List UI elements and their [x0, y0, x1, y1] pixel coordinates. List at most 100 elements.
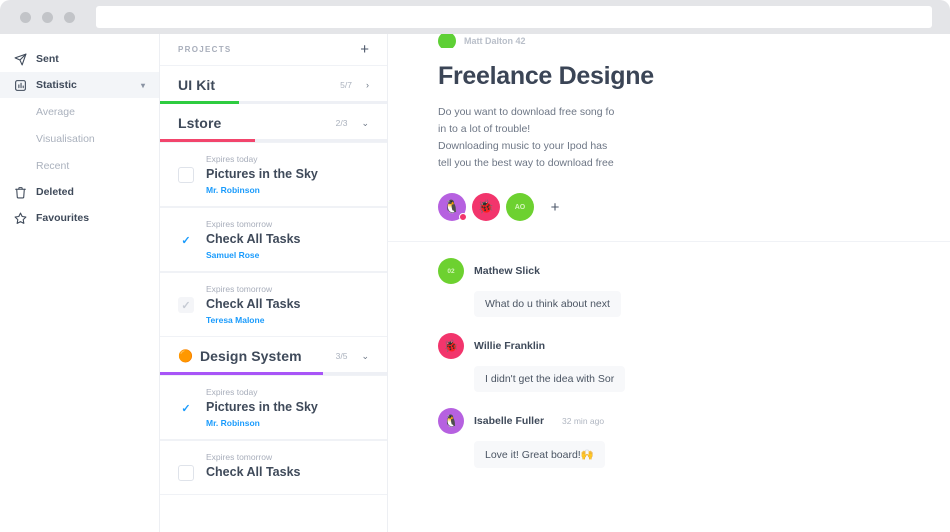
task-due: Expires tomorrow [206, 452, 273, 462]
sidebar-item-statistic[interactable]: Statistic ▾ [0, 72, 159, 98]
sidebar-item-deleted[interactable]: Deleted [0, 179, 159, 205]
sidebar-subitem-label: Average [36, 105, 75, 118]
project-count: 2/3 [335, 118, 348, 128]
task-due: Expires today [206, 154, 258, 164]
app-window: Sent Statistic ▾ Average Visualisation R… [0, 0, 950, 532]
task-assignee[interactable]: Mr. Robinson [206, 185, 318, 195]
avatar[interactable]: 🐞 [472, 193, 500, 221]
task-row[interactable]: ✓ Expires tomorrow Check All Tasks Samue… [160, 207, 387, 272]
task-row[interactable]: Expires today Pictures in the Sky Mr. Ro… [160, 142, 387, 207]
task-checkbox[interactable]: ✓ [178, 297, 194, 313]
task-title: Pictures in the Sky [206, 167, 318, 181]
message-header: 🐧 Isabelle Fuller 32 min ago [438, 408, 950, 434]
project-progress-bar [160, 372, 387, 375]
sidebar-subitem-label: Visualisation [36, 132, 95, 145]
avatar [438, 34, 456, 48]
task-row[interactable]: ✓ Expires tomorrow Check All Tasks Teres… [160, 272, 387, 337]
close-icon[interactable] [20, 11, 31, 23]
window-controls [20, 11, 75, 23]
maximize-icon[interactable] [64, 11, 75, 23]
penguin-icon: 🐧 [443, 199, 461, 214]
ladybug-icon: 🐞 [443, 339, 459, 353]
add-member-button[interactable]: + [543, 195, 567, 219]
sidebar-item-favourites[interactable]: Favourites [0, 205, 159, 231]
sidebar-subitem-visualisation[interactable]: Visualisation [0, 125, 159, 152]
browser-chrome [0, 0, 950, 34]
app-body: Sent Statistic ▾ Average Visualisation R… [0, 34, 950, 532]
cut-off-author-name: Matt Dalton 42 [464, 36, 526, 46]
project-progress-bar [160, 101, 387, 104]
avatar[interactable]: 🐞 [438, 333, 464, 359]
task-title: Check All Tasks [206, 232, 301, 246]
task-checkbox[interactable] [178, 167, 194, 183]
task-row[interactable]: ✓ Expires today Pictures in the Sky Mr. … [160, 375, 387, 440]
sidebar-item-sent[interactable]: Sent [0, 46, 159, 72]
sidebar-subitem-recent[interactable]: Recent [0, 152, 159, 179]
project-count: 3/5 [335, 351, 348, 361]
message-text: Love it! Great board!🙌 [474, 441, 605, 468]
projects-column: PROJECTS + UI Kit 5/7 › Lstore 2/3 ⌄ Exp… [160, 34, 388, 532]
message-time: 32 min ago [562, 416, 605, 426]
left-sidebar: Sent Statistic ▾ Average Visualisation R… [0, 34, 160, 532]
sidebar-item-label: Favourites [36, 212, 90, 224]
project-row-design-system[interactable]: 🟠 Design System 3/5 ⌄ [160, 337, 387, 372]
send-icon [14, 53, 27, 66]
chevron-right-icon[interactable]: › [366, 80, 369, 90]
task-checkbox[interactable]: ✓ [178, 232, 194, 248]
avatar[interactable]: 🐧 [438, 408, 464, 434]
message-text: I didn't get the idea with Sor [474, 366, 626, 392]
avatar[interactable]: 🐧 [438, 193, 467, 221]
project-row-ui-kit[interactable]: UI Kit 5/7 › [160, 66, 387, 101]
project-name: Lstore [178, 115, 222, 131]
project-progress-bar [160, 139, 387, 142]
chevron-down-icon[interactable]: ▾ [141, 81, 145, 90]
ladybug-icon: 🐞 [477, 199, 495, 214]
article-line: Do you want to download free song fo [438, 106, 615, 118]
cut-off-author-row: Matt Dalton 42 [388, 34, 950, 48]
article-line: Downloading music to your Ipod has [438, 140, 608, 152]
task-title: Check All Tasks [206, 297, 301, 311]
minimize-icon[interactable] [42, 11, 53, 23]
member-avatars: 🐧 🐞 AO + [438, 193, 950, 221]
message-header: 🐞 Willie Franklin [438, 333, 950, 359]
chevron-down-icon[interactable]: ⌄ [361, 118, 369, 129]
page-title: Freelance Designe [438, 62, 654, 90]
sidebar-item-label: Statistic [36, 79, 77, 91]
project-row-lstore[interactable]: Lstore 2/3 ⌄ [160, 104, 387, 139]
message-author: Mathew Slick [474, 265, 540, 277]
task-assignee[interactable]: Mr. Robinson [206, 418, 318, 428]
chart-icon [14, 79, 27, 92]
message-item: 02 Mathew Slick What do u think about ne… [388, 242, 950, 317]
article-line: tell you the best way to download free [438, 157, 614, 169]
sidebar-item-label: Deleted [36, 186, 74, 198]
main-content: Matt Dalton 42 Freelance Designe Do you … [388, 34, 950, 532]
task-assignee[interactable]: Samuel Rose [206, 250, 301, 260]
task-due: Expires today [206, 387, 258, 397]
address-bar[interactable] [96, 6, 932, 28]
chevron-down-icon[interactable]: ⌄ [361, 351, 369, 362]
task-checkbox[interactable]: ✓ [178, 400, 194, 416]
status-badge [459, 213, 467, 221]
article: Freelance Designe Do you want to downloa… [388, 48, 950, 221]
sidebar-item-label: Sent [36, 53, 59, 65]
task-assignee[interactable]: Teresa Malone [206, 315, 301, 325]
task-row[interactable]: Expires tomorrow Check All Tasks [160, 440, 387, 495]
avatar[interactable]: AO [506, 193, 534, 221]
star-icon [14, 212, 27, 225]
penguin-icon: 🐧 [443, 414, 459, 428]
project-name: UI Kit [178, 77, 216, 93]
article-line: in to a lot of trouble! [438, 123, 531, 135]
add-project-button[interactable]: + [360, 42, 369, 57]
message-item: 🐧 Isabelle Fuller 32 min ago Love it! Gr… [388, 392, 950, 468]
task-checkbox[interactable] [178, 465, 194, 481]
sidebar-subitem-average[interactable]: Average [0, 98, 159, 125]
avatar[interactable]: 02 [438, 258, 464, 284]
message-header: 02 Mathew Slick [438, 258, 950, 284]
sidebar-subitem-label: Recent [36, 159, 70, 172]
task-due: Expires tomorrow [206, 284, 273, 294]
project-count: 5/7 [340, 80, 352, 90]
task-title: Check All Tasks [206, 465, 301, 479]
trash-icon [14, 186, 27, 199]
message-item: 🐞 Willie Franklin I didn't get the idea … [388, 317, 950, 392]
task-title: Pictures in the Sky [206, 400, 318, 414]
